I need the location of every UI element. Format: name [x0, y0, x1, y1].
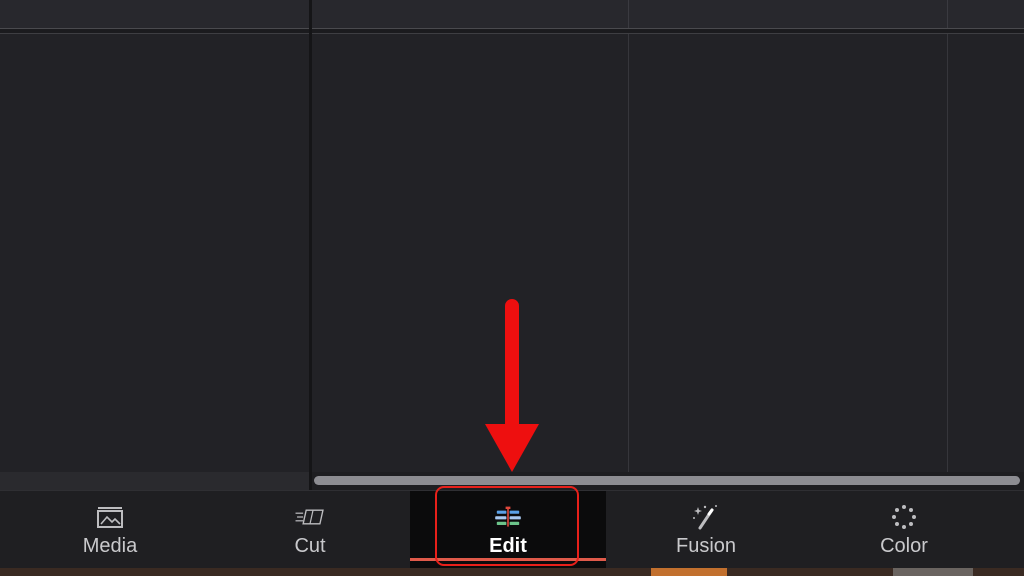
page-tab-fusion[interactable]: Fusion [636, 491, 776, 569]
edit-tab-highlight [435, 486, 579, 566]
media-icon [94, 503, 126, 531]
column-divider [628, 34, 629, 472]
page-tab-color[interactable]: Color [834, 491, 974, 569]
timeline-viewer-area [312, 34, 1024, 472]
left-panel-scrollbar[interactable] [0, 472, 309, 490]
media-pool-panel [0, 34, 309, 490]
top-toolbar-strip [0, 0, 1024, 28]
color-icon [888, 503, 920, 531]
top-strip-segment [309, 0, 628, 28]
cut-icon [294, 503, 326, 531]
top-strip-segment [628, 0, 947, 28]
page-tab-label: Media [82, 535, 138, 557]
page-tab-cut[interactable]: Cut [240, 491, 380, 569]
status-strip-segment [651, 568, 727, 576]
page-tab-label: Fusion [675, 535, 737, 557]
fusion-icon [690, 503, 722, 531]
scrollbar-thumb[interactable] [314, 476, 1020, 485]
status-strip-segment [893, 568, 973, 576]
app-window: Media Cut Edit Fusion Color [0, 0, 1024, 576]
annotation-arrow-icon [485, 299, 539, 472]
horizontal-scrollbar[interactable] [312, 472, 1024, 490]
page-tab-media[interactable]: Media [40, 491, 180, 569]
column-divider [947, 34, 948, 472]
top-strip-segment [947, 0, 1024, 28]
bottom-status-strip [0, 568, 1024, 576]
page-tab-label: Color [880, 535, 928, 557]
page-tab-label: Cut [294, 535, 326, 557]
